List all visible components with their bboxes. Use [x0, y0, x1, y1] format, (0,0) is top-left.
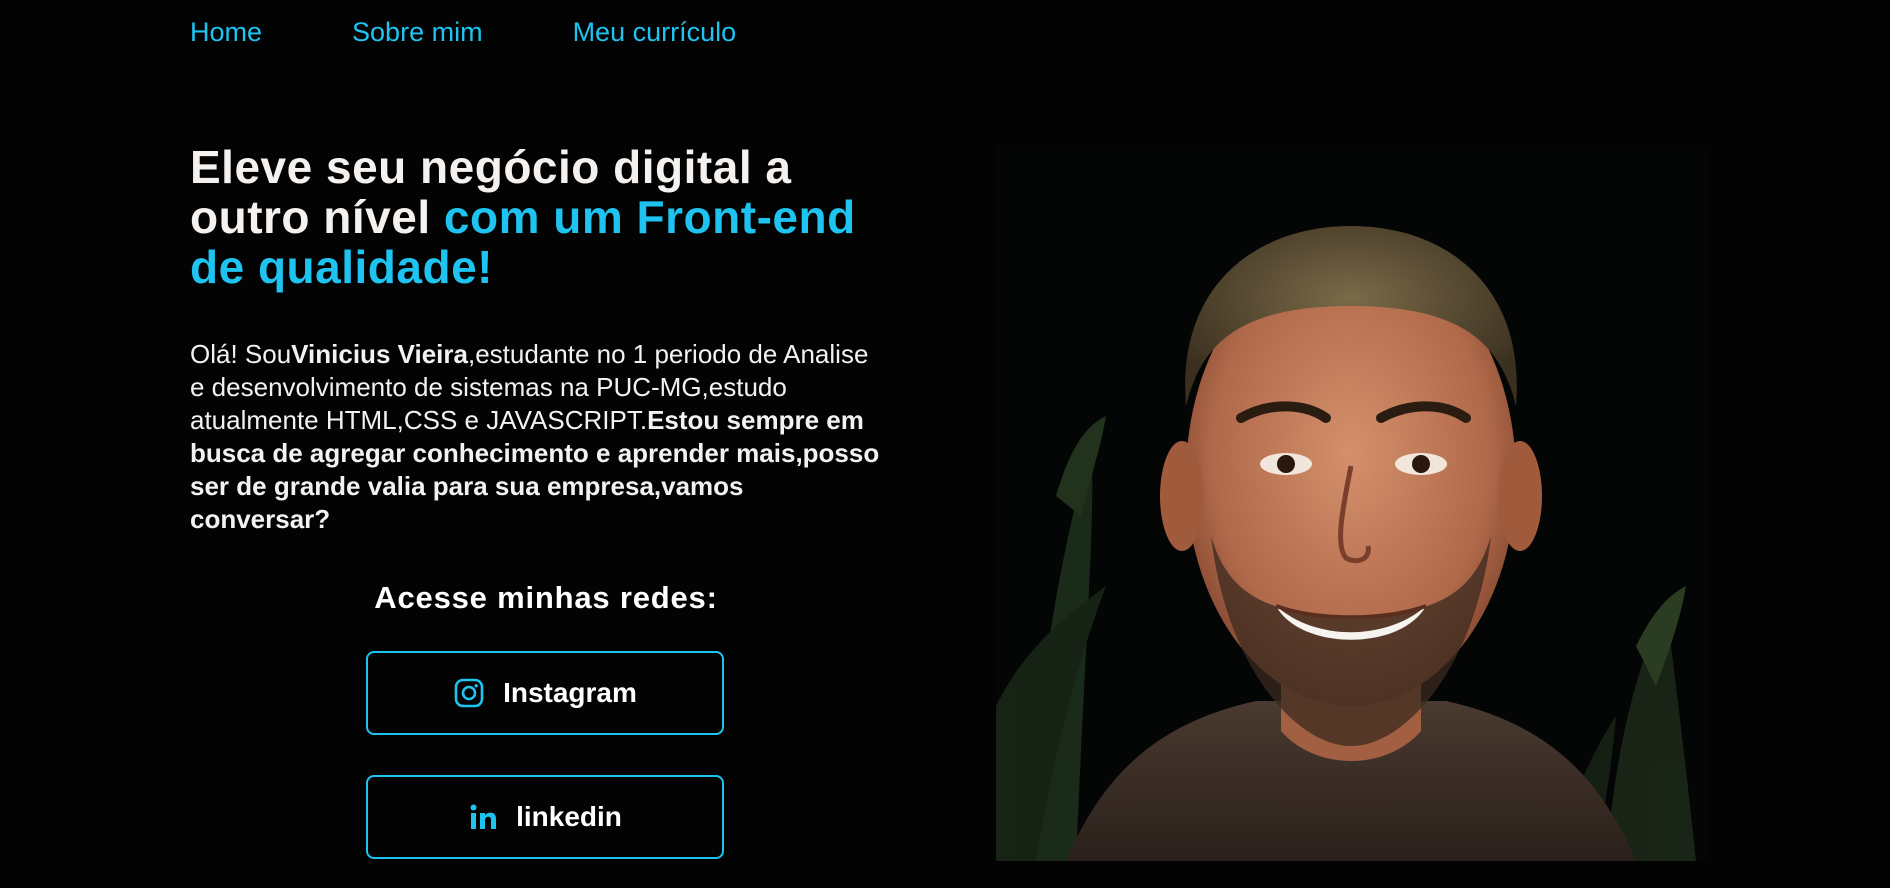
instagram-button[interactable]: Instagram — [366, 651, 724, 735]
profile-photo-illustration — [996, 146, 1710, 861]
intro-greeting: Olá! Sou — [190, 339, 292, 369]
linkedin-icon — [468, 802, 498, 832]
instagram-label: Instagram — [503, 677, 637, 708]
intro-name: Vinicius Vieira — [291, 339, 468, 369]
hero-title: Eleve seu negócio digital a outro nível … — [190, 142, 920, 292]
profile-photo — [996, 146, 1710, 861]
nav-link-sobre-mim[interactable]: Sobre mim — [352, 14, 483, 50]
main-nav: Home Sobre mim Meu currículo — [190, 14, 826, 50]
social-heading: Acesse minhas redes: — [374, 580, 718, 615]
nav-link-curriculo[interactable]: Meu currículo — [573, 14, 737, 50]
nav-link-home[interactable]: Home — [190, 14, 262, 50]
instagram-icon — [453, 677, 485, 709]
linkedin-button[interactable]: linkedin — [366, 775, 724, 859]
linkedin-label: linkedin — [516, 801, 622, 832]
intro-paragraph: Olá! SouVinicius Vieira,estudante no 1 p… — [190, 338, 890, 536]
